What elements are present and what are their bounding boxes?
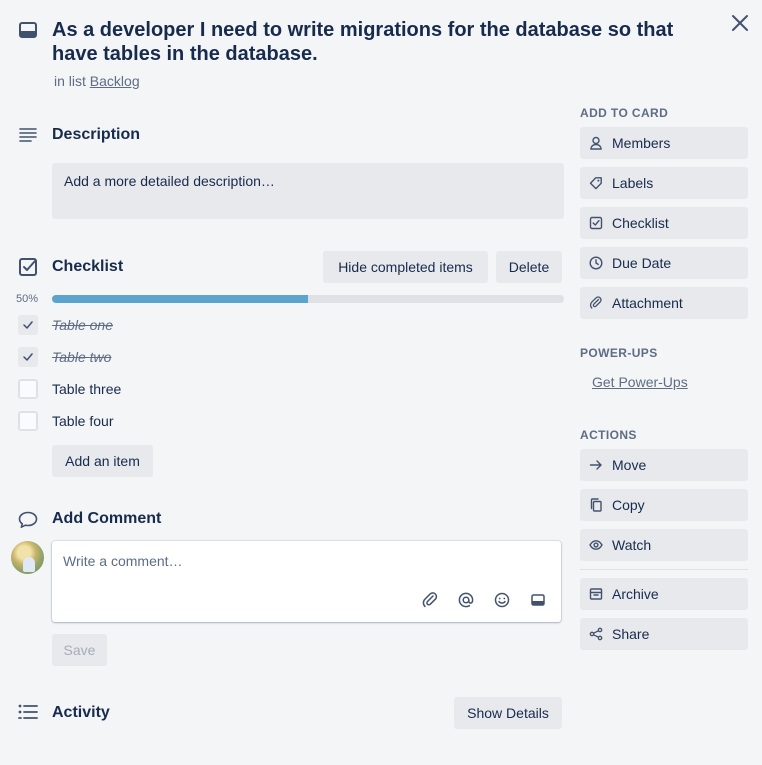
add-comment-heading: Add Comment: [52, 510, 162, 527]
checklist-heading: Checklist: [52, 258, 124, 275]
checkbox[interactable]: [18, 347, 38, 367]
progress-bar: [52, 295, 564, 303]
add-to-card-label: ADD TO CARD: [580, 106, 669, 120]
checklist-button-label: Checklist: [612, 215, 669, 231]
actions-label: ACTIONS: [580, 428, 637, 442]
labels-label: Labels: [612, 175, 654, 191]
checklist-item-label[interactable]: Table three: [52, 381, 121, 397]
share-icon: [589, 627, 603, 641]
clock-icon: [589, 256, 603, 270]
tag-icon: [589, 176, 603, 190]
person-icon: [589, 136, 603, 150]
list-link[interactable]: Backlog: [90, 73, 140, 89]
archive-label: Archive: [612, 586, 659, 602]
checkbox[interactable]: [18, 411, 38, 431]
checklist-button[interactable]: Checklist: [580, 207, 748, 239]
check-icon: [23, 321, 33, 329]
members-button[interactable]: Members: [580, 127, 748, 159]
card-icon[interactable]: [529, 591, 547, 609]
attachment-label: Attachment: [612, 295, 683, 311]
at-mention-icon[interactable]: [457, 591, 475, 609]
comment-icon: [18, 511, 38, 529]
power-ups-label: POWER-UPS: [580, 346, 658, 360]
watch-button[interactable]: Watch: [580, 529, 748, 561]
card-title[interactable]: As a developer I need to write migration…: [52, 18, 712, 66]
sidebar-divider: [580, 569, 748, 570]
checklist-icon: [19, 258, 37, 276]
close-icon: [728, 11, 752, 35]
in-list-prefix: in list: [54, 73, 86, 89]
paperclip-icon[interactable]: [421, 591, 439, 609]
add-item-button[interactable]: Add an item: [52, 445, 153, 477]
copy-button[interactable]: Copy: [580, 489, 748, 521]
checklist-item[interactable]: Table two: [18, 341, 564, 373]
due-date-button[interactable]: Due Date: [580, 247, 748, 279]
checklist-item[interactable]: Table three: [18, 373, 564, 405]
move-label: Move: [612, 457, 647, 473]
due-date-label: Due Date: [612, 255, 672, 271]
hide-completed-button[interactable]: Hide completed items: [323, 251, 488, 283]
attachment-button[interactable]: Attachment: [580, 287, 748, 319]
arrow-right-icon: [589, 458, 603, 472]
labels-button[interactable]: Labels: [580, 167, 748, 199]
share-button[interactable]: Share: [580, 618, 748, 650]
checkbox-icon: [589, 216, 603, 230]
paperclip-icon: [589, 296, 603, 310]
copy-icon: [589, 498, 603, 512]
members-label: Members: [612, 135, 671, 151]
description-icon: [19, 127, 37, 143]
activity-icon: [18, 704, 38, 720]
watch-label: Watch: [612, 537, 652, 553]
comment-input[interactable]: [63, 553, 543, 569]
description-field[interactable]: Add a more detailed description…: [52, 163, 564, 219]
checklist-item-label[interactable]: Table two: [52, 349, 111, 365]
delete-checklist-button[interactable]: Delete: [496, 251, 562, 283]
comment-box[interactable]: [52, 541, 561, 622]
checklist-item[interactable]: Table one: [18, 309, 564, 341]
get-power-ups-link[interactable]: Get Power-Ups: [592, 374, 688, 390]
close-button[interactable]: [728, 11, 752, 35]
checkbox[interactable]: [18, 315, 38, 335]
show-details-button[interactable]: Show Details: [454, 697, 562, 729]
card-icon: [19, 22, 37, 38]
share-label: Share: [612, 626, 650, 642]
progress-percent: 50%: [16, 293, 39, 305]
checkbox[interactable]: [18, 379, 38, 399]
eye-icon: [589, 538, 603, 552]
checklist-item-label[interactable]: Table one: [52, 317, 113, 333]
archive-button[interactable]: Archive: [580, 578, 748, 610]
check-icon: [23, 353, 33, 361]
avatar[interactable]: [11, 541, 44, 574]
in-list-text: in list Backlog: [54, 73, 140, 89]
description-heading: Description: [52, 126, 141, 143]
activity-heading: Activity: [52, 704, 110, 721]
progress-bar-fill: [52, 295, 308, 303]
checklist-item-label[interactable]: Table four: [52, 413, 113, 429]
archive-icon: [589, 587, 603, 601]
checklist-item[interactable]: Table four: [18, 405, 564, 437]
copy-label: Copy: [612, 497, 645, 513]
move-button[interactable]: Move: [580, 449, 748, 481]
save-comment-button[interactable]: Save: [52, 634, 107, 666]
emoji-icon[interactable]: [493, 591, 511, 609]
